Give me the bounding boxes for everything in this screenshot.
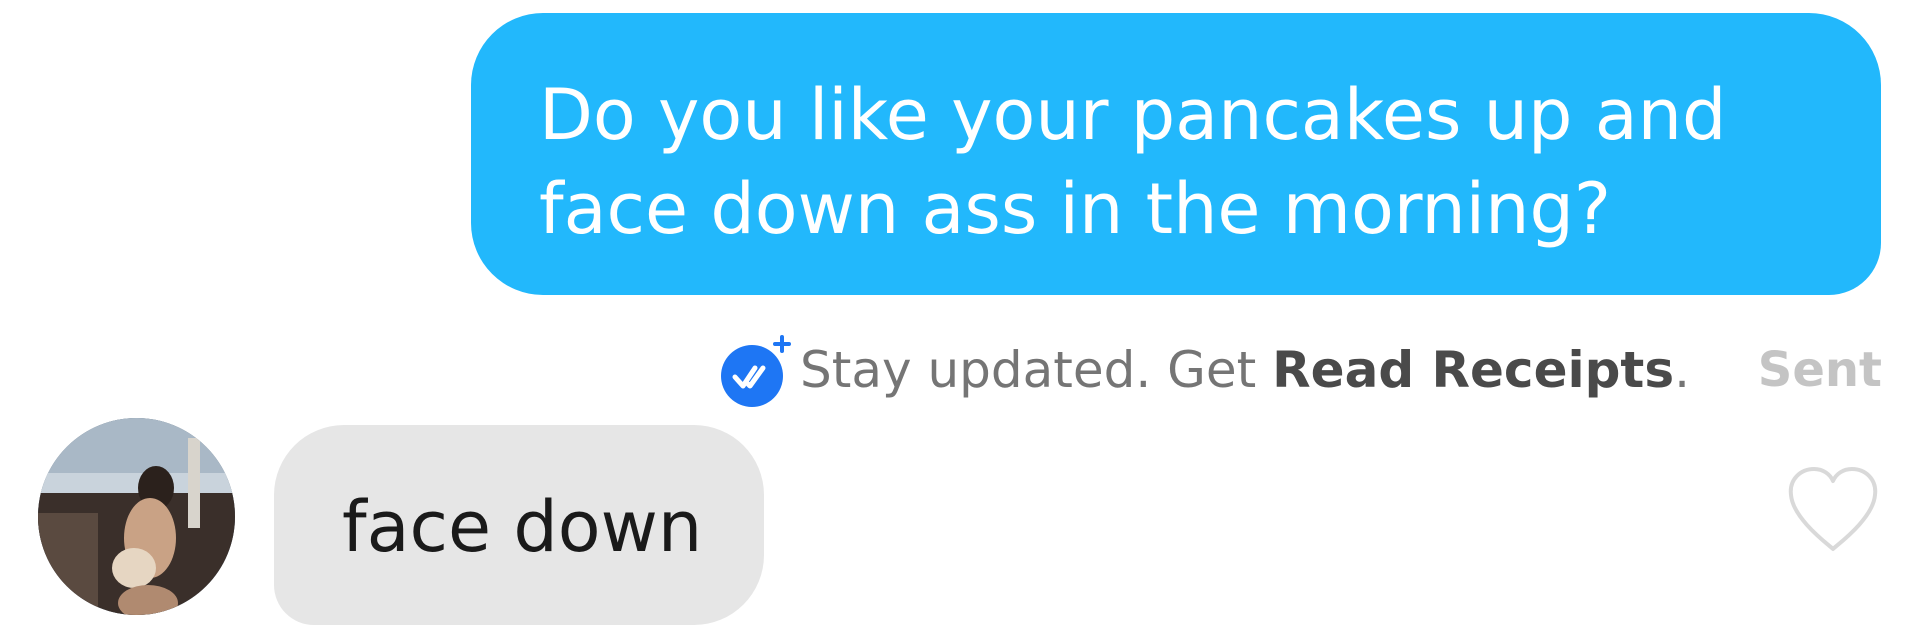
heart-outline-icon[interactable]: [1785, 465, 1881, 555]
read-receipts-link[interactable]: Read Receipts: [1272, 341, 1674, 399]
sent-message-bubble[interactable]: Do you like your pancakes up and face do…: [471, 13, 1881, 295]
sent-message-line-1: Do you like your pancakes up and: [539, 74, 1727, 156]
avatar[interactable]: [38, 418, 235, 615]
read-receipt-check-icon[interactable]: [718, 335, 792, 409]
read-receipts-suffix: .: [1674, 341, 1690, 399]
avatar-photo: [38, 418, 235, 615]
received-message-bubble[interactable]: face down: [274, 425, 764, 625]
read-receipts-prefix: Stay updated. Get: [800, 341, 1273, 399]
sent-message-line-2: face down ass in the morning?: [539, 168, 1612, 250]
sent-status-label: Sent: [1757, 342, 1882, 398]
message-status-row: Stay updated. Get Read Receipts. Sent: [0, 320, 1920, 410]
chat-thread: Do you like your pancakes up and face do…: [0, 0, 1920, 625]
read-receipts-promo[interactable]: Stay updated. Get Read Receipts.: [800, 340, 1690, 400]
